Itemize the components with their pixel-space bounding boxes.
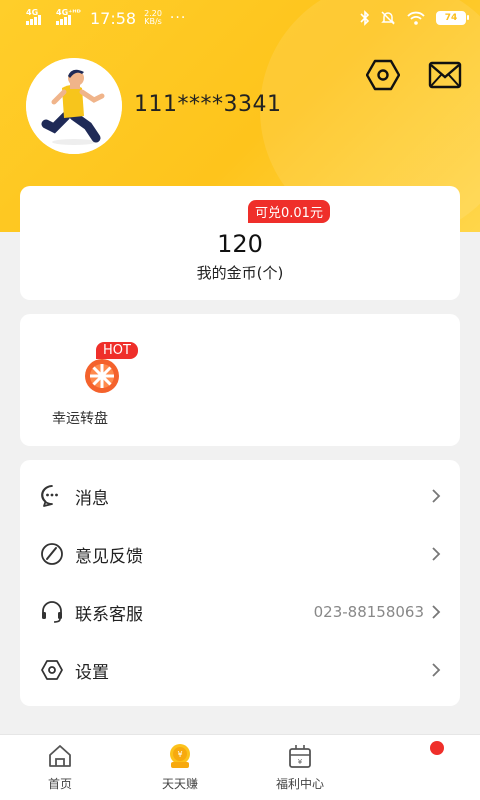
- nav-tab-earn[interactable]: ¥ 天天赚: [120, 735, 240, 800]
- mail-icon[interactable]: [428, 58, 462, 92]
- chevron-right-icon: [432, 605, 441, 619]
- user-phone: 111****3341: [134, 92, 282, 117]
- coin-card[interactable]: 可兑0.01元 120 我的金币(个): [20, 186, 460, 300]
- nav-tab-label: 天天赚: [161, 777, 198, 791]
- chevron-right-icon: [432, 663, 441, 677]
- menu-card: 消息 意见反馈 联系客服 023-88158063 设置: [20, 460, 460, 706]
- menu-item-label: 消息: [75, 488, 109, 509]
- menu-item-label: 设置: [75, 662, 109, 683]
- home-icon: [49, 745, 71, 767]
- feature-label: 幸运转盘: [52, 411, 108, 427]
- nav-tab-profile[interactable]: [360, 735, 480, 800]
- battery-icon: 74: [436, 11, 469, 25]
- headset-icon: [42, 601, 62, 623]
- network-speed: 2.20 KB/s: [144, 9, 162, 26]
- settings-icon: [41, 660, 63, 680]
- menu-item-customer-service[interactable]: 联系客服 023-88158063: [20, 583, 460, 641]
- bluetooth-icon: [360, 10, 370, 26]
- feedback-icon: [41, 543, 63, 565]
- wifi-icon: [407, 11, 425, 25]
- customer-service-phone[interactable]: 023-88158063: [314, 603, 424, 621]
- signal-icon: 4G: [26, 9, 48, 25]
- svg-text:¥: ¥: [298, 758, 303, 766]
- svg-text:¥: ¥: [177, 750, 182, 759]
- nav-tab-welfare[interactable]: ¥ 福利中心: [240, 735, 360, 800]
- mute-bell-icon: [381, 11, 395, 25]
- settings-hexagon-icon[interactable]: [366, 58, 400, 92]
- nav-tab-home[interactable]: 首页: [0, 735, 120, 800]
- chevron-right-icon: [432, 547, 441, 561]
- nav-tab-label: 福利中心: [275, 777, 324, 791]
- lucky-wheel-icon: [85, 359, 119, 393]
- menu-item-feedback[interactable]: 意见反馈: [20, 525, 460, 583]
- feature-lucky-wheel[interactable]: HOT 幸运转盘: [50, 340, 146, 430]
- menu-item-settings[interactable]: 设置: [20, 641, 460, 699]
- coin-icon: ¥: [170, 744, 190, 768]
- feature-card: HOT 幸运转盘: [20, 314, 460, 446]
- exchange-badge: 可兑0.01元: [248, 200, 330, 223]
- notification-dot: [430, 741, 444, 755]
- signal-icon-2: 4G⁺ᴴᴰ: [56, 9, 81, 25]
- avatar[interactable]: [26, 58, 122, 154]
- menu-item-messages[interactable]: 消息: [20, 467, 460, 525]
- hot-badge: HOT: [96, 342, 138, 359]
- coin-balance: 120: [217, 230, 263, 258]
- status-time: 17:58: [90, 8, 137, 28]
- more-notifications-icon: ···: [169, 10, 187, 26]
- bottom-nav: 首页 ¥ 天天赚 ¥ 福利中心: [0, 734, 480, 800]
- menu-item-label: 联系客服: [75, 604, 143, 625]
- coin-label: 我的金币(个): [196, 264, 284, 282]
- menu-item-label: 意见反馈: [75, 546, 143, 567]
- nav-tab-label: 首页: [47, 777, 72, 791]
- chevron-right-icon: [432, 489, 441, 503]
- message-icon: [41, 485, 58, 507]
- gift-box-icon: ¥: [289, 745, 311, 768]
- status-bar: 4G 4G⁺ᴴᴰ 17:58 2.20 KB/s ··· 74: [0, 0, 480, 36]
